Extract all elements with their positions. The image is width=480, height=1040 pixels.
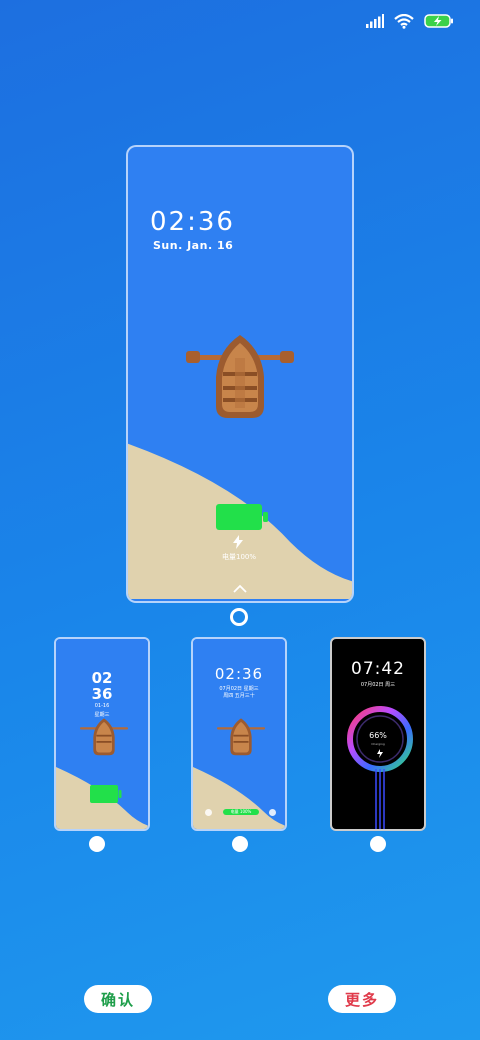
thumb-time: 02:36	[214, 665, 264, 683]
rowboat-icon	[217, 718, 265, 756]
thumb-charging-sub: Charging	[371, 742, 385, 746]
radio-thumbnail-2[interactable]	[232, 836, 248, 852]
thumb-date: 01-16	[94, 703, 110, 709]
more-button[interactable]: 更多	[328, 985, 396, 1013]
battery-charging-icon	[424, 14, 454, 28]
thumb-date-line: 07月02日 星期三	[219, 686, 259, 692]
wallpaper-thumbnail-2[interactable]: 02:36 07月02日 星期三 周四 五月三十 电量 100%	[191, 637, 287, 831]
flashlight-icon	[205, 809, 212, 816]
thumb-date: 07月02日 周三	[360, 682, 396, 688]
chevron-up-icon	[233, 579, 247, 598]
wallpaper-preview-large[interactable]: 02:36 Sun. Jan. 16 电量100%	[126, 145, 354, 603]
lockscreen-time: 02:36	[150, 207, 235, 237]
rowboat-icon	[80, 718, 128, 756]
radio-thumbnail-3[interactable]	[370, 836, 386, 852]
battery-bar: 电量 100%	[223, 809, 259, 815]
charging-ring-icon	[347, 706, 413, 829]
battery-full-icon	[90, 785, 122, 803]
confirm-button[interactable]: 确认	[84, 985, 152, 1013]
lockscreen-date: Sun. Jan. 16	[153, 239, 234, 252]
wifi-icon	[394, 13, 414, 29]
thumb-lunar-line: 周四 五月三十	[223, 693, 255, 699]
status-bar	[366, 10, 454, 32]
wallpaper-thumbnail-1[interactable]: 02 36 01-16 星期三	[54, 637, 150, 831]
signal-icon	[366, 14, 384, 28]
thumb-time: 07:42	[351, 659, 405, 679]
battery-full-icon	[216, 504, 268, 530]
camera-icon	[269, 809, 276, 816]
rowboat-icon	[186, 332, 294, 426]
radio-selected-large[interactable]	[230, 608, 248, 626]
radio-thumbnail-1[interactable]	[89, 836, 105, 852]
wallpaper-thumbnail-3[interactable]: 07:42 07月02日 周三 66% Charging	[330, 637, 426, 831]
battery-level-text: 电量100%	[222, 553, 257, 561]
battery-bar-text: 电量 100%	[230, 809, 252, 814]
thumb-battery-percent: 66%	[369, 731, 387, 740]
thumb-minute: 36	[91, 685, 113, 703]
charging-bolt-icon	[232, 535, 244, 552]
